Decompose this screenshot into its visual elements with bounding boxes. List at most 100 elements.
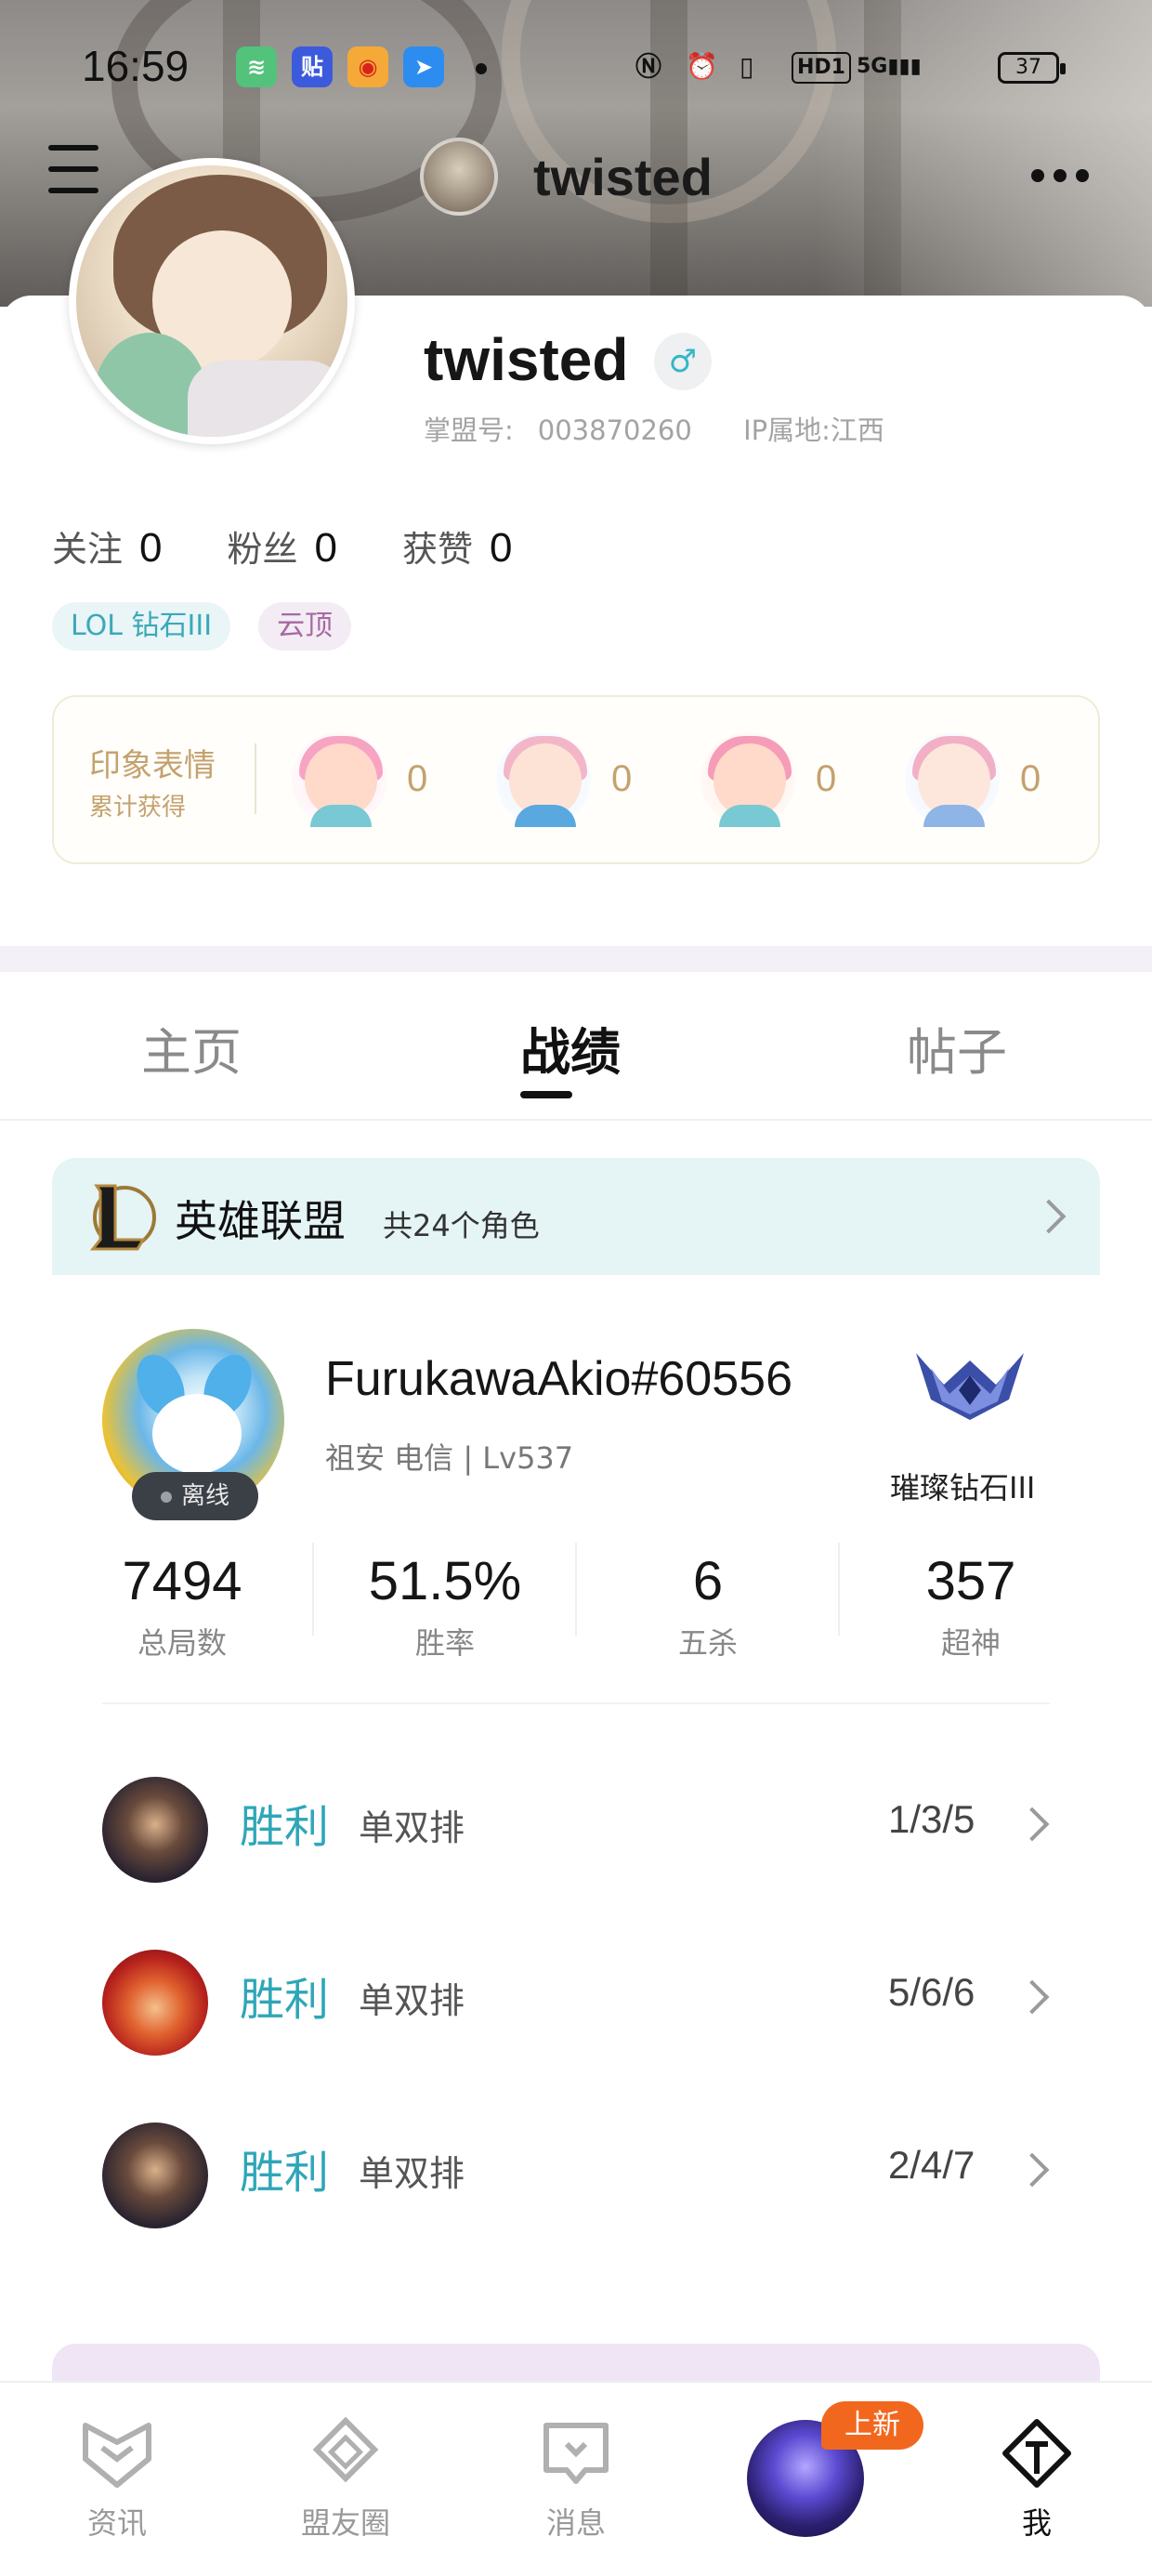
nav-avatar[interactable] [420,138,498,216]
status-badge: 离线 [132,1472,258,1520]
lol-logo-icon [89,1184,156,1251]
vibrate-icon: ▯ [740,51,754,82]
likes-count: 0 [490,525,513,571]
nav-messages[interactable]: 消息 [511,2416,641,2543]
match-result: 胜利 [240,1974,330,2026]
chevron-right-icon [1015,1807,1050,1842]
ip-value: 江西 [830,414,884,446]
role-count: 共24个角色 [383,1208,540,1243]
profile-tabs: 主页 战绩 帖子 [0,972,1152,1121]
twisted-fate-champion-icon [102,2123,208,2228]
nav-label: 我 [1021,2505,1052,2541]
following-count[interactable]: 0 [139,525,162,572]
following-label[interactable]: 关注 [52,520,123,572]
nav-label: 盟友圈 [300,2505,390,2541]
kpi-label: 胜率 [414,1625,475,1661]
active-tab-indicator [520,1091,572,1098]
username: twisted [424,326,629,393]
tab-records[interactable]: 战绩 [520,1011,621,1084]
kpi-value: 357 [925,1551,1016,1611]
kpi-legendary: 357 超神 [839,1550,1103,1663]
twisted-fate-champion-icon [102,1777,208,1883]
battery-icon: 37 [998,52,1066,84]
chevron-right-icon [1031,1199,1067,1234]
excited-emote-icon [700,732,795,827]
emote-count: 0 [816,758,837,799]
chevron-right-icon [1015,1979,1050,2015]
bottom-nav: 资讯 盟友圈 消息 上新 我 [0,2381,1152,2576]
profile-tags: LOL 钻石III 云顶 [52,602,352,651]
kpi-value: 7494 [122,1551,242,1611]
male-gender-icon: ♂ [654,333,712,390]
feishu-icon: ➤ [403,46,444,87]
game-name: 英雄联盟 [175,1196,346,1246]
match-row[interactable]: 胜利 单双排 1/3/5 [0,1756,1152,1886]
kpi-value: 51.5% [368,1551,522,1611]
nav-news[interactable]: 资讯 [52,2416,182,2543]
kpi-label: 超神 [940,1625,1001,1661]
match-row[interactable]: 胜利 单双排 5/6/6 [0,1929,1152,2059]
tab-posts[interactable]: 帖子 [907,1011,1007,1084]
id-label: 掌盟号: [424,414,514,446]
match-kda: 1/3/5 [888,1797,975,1841]
chevron-right-icon [1015,2152,1050,2188]
diamond-rank-icon [916,1353,1024,1420]
gg-emote-icon [905,732,1000,827]
nav-header: twisted [420,138,713,216]
server-level: 祖安 电信 | Lv537 [325,1440,574,1476]
status-bar: 16:59 ≋ 贴 ◉ ➤ Ⓝ ⏰ ▯ HD1 5G▮▮▮ 37 [0,0,1152,139]
tab-home[interactable]: 主页 [141,1011,242,1084]
impression-emotes-panel[interactable]: 印象表情 累计获得 0 0 0 0 [52,695,1100,864]
summoner-name: FurukawaAkio#60556 [325,1352,792,1406]
more-notifications-dot [476,63,487,74]
kpi-total-games: 7494 总局数 [50,1550,314,1663]
nav-title: twisted [533,147,713,206]
match-mode: 单双排 [359,1807,465,1848]
followers-label[interactable]: 粉丝 [228,520,298,572]
nav-me[interactable]: 我 [972,2416,1102,2543]
alarm-icon: ⏰ [686,51,718,82]
match-mode: 单双排 [359,2153,465,2194]
more-dots-icon[interactable] [1031,169,1089,182]
profile-meta: 掌盟号: 003870260 IP属地:江西 [424,409,909,448]
message-icon [543,2423,609,2484]
tieba-icon: 贴 [292,46,333,87]
kpi-pentakills: 6 五杀 [576,1550,840,1663]
red-hair-champion-icon [102,1950,208,2056]
id-value: 003870260 [537,414,692,446]
match-kda: 5/6/6 [888,1970,975,2014]
match-row[interactable]: 胜利 单双排 2/4/7 [0,2102,1152,2232]
tft-tag[interactable]: 云顶 [258,602,352,651]
weibo-icon: ◉ [347,46,388,87]
match-mode: 单双排 [359,1980,465,2021]
news-icon [83,2423,151,2488]
status-time: 16:59 [82,42,190,90]
hd-icon: HD1 [792,52,851,84]
menu-icon[interactable] [48,145,102,201]
likes-label: 获赞 [402,529,474,570]
nav-label: 资讯 [86,2505,147,2541]
signal-icon: 5G▮▮▮ [857,55,922,78]
profile-stats: 关注 0 粉丝 0 获赞 0 [52,520,578,572]
network-label: 5G [857,55,888,78]
avatar[interactable] [69,158,355,444]
lol-game-header[interactable]: 英雄联盟 共24个角色 [52,1158,1100,1275]
emote-count: 0 [407,758,428,799]
profile-me-icon [1002,2419,1071,2488]
nav-friends-circle[interactable]: 盟友圈 [281,2416,411,2543]
followers-count[interactable]: 0 [315,525,337,572]
match-result: 胜利 [240,2147,330,2199]
nav-label: 消息 [545,2505,606,2541]
wifi-share-icon: ≋ [236,46,277,87]
impression-subtitle: 累计获得 [89,794,187,821]
emote-count: 0 [611,758,633,799]
lol-rank-tag[interactable]: LOL 钻石III [52,602,231,651]
emote-count: 0 [1020,758,1041,799]
match-kda: 2/4/7 [888,2143,975,2187]
kpi-label: 五杀 [677,1625,738,1661]
kpi-value: 6 [692,1551,724,1611]
kpi-win-rate: 51.5% 胜率 [313,1550,577,1663]
match-result: 胜利 [240,1801,330,1853]
nfc-icon: Ⓝ [635,51,662,82]
section-divider [0,946,1152,972]
